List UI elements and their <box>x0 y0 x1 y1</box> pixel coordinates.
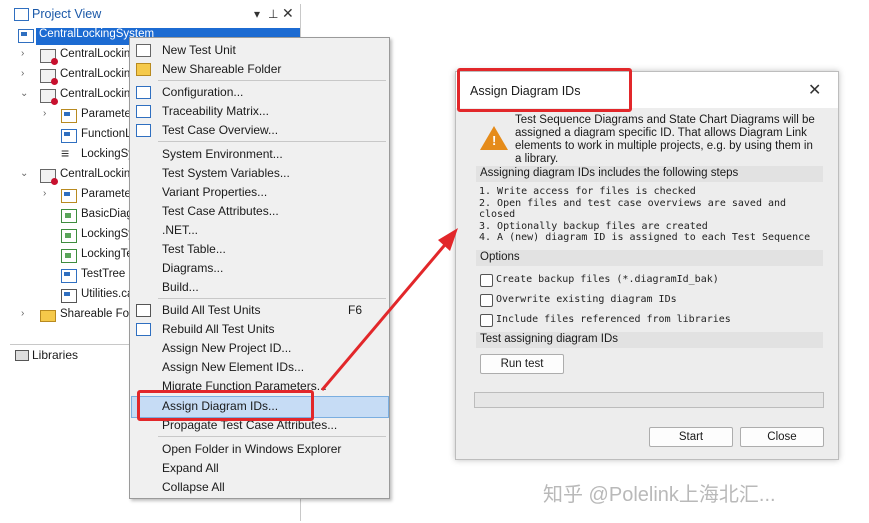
watermark: 知乎 @Polelink上海北汇... <box>543 484 776 506</box>
red-arrow <box>320 228 458 391</box>
arrow-shaft <box>320 239 451 391</box>
